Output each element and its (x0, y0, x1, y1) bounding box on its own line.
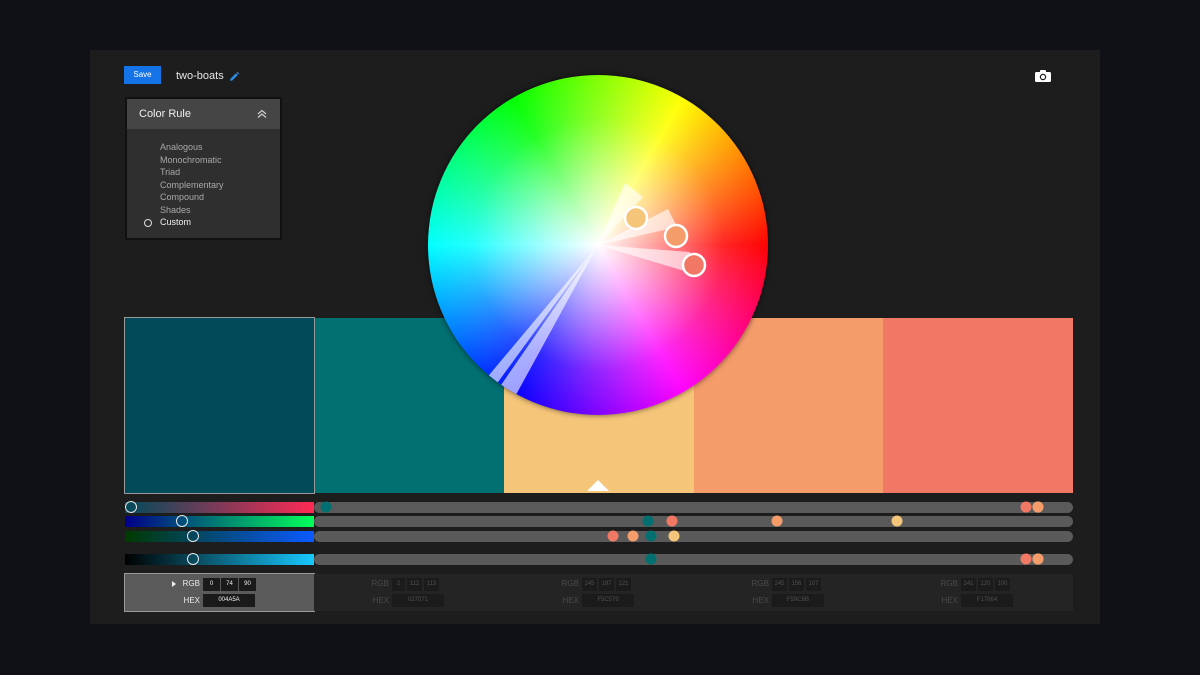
camera-icon[interactable] (1034, 69, 1052, 83)
wheel-handles (453, 183, 707, 415)
rgb-g-field[interactable]: 112 (407, 578, 422, 591)
rgb-b-field[interactable]: 90 (239, 578, 256, 591)
brightness-slider-knob[interactable] (187, 553, 200, 565)
green-value-dot-3[interactable] (891, 515, 903, 527)
red-slider-knob[interactable] (125, 501, 137, 513)
red-value-dot-2[interactable] (320, 501, 332, 513)
wheel-spoke (598, 245, 691, 273)
brightness-value-dot-4[interactable] (1032, 553, 1044, 565)
base-color-marker (587, 480, 609, 491)
rgb-label: RGB (561, 579, 579, 588)
rule-option-triad[interactable]: Triad (127, 166, 280, 179)
green-channel-track[interactable] (314, 515, 1073, 527)
wheel-handle-2[interactable] (453, 387, 479, 413)
blue-value-dot-2[interactable] (645, 530, 657, 542)
save-button[interactable]: Save (124, 66, 161, 84)
rgb-label: RGB (371, 579, 389, 588)
red-slider-track[interactable] (125, 501, 314, 513)
rgb-label: RGB (182, 579, 200, 588)
brightness-channel-track[interactable] (314, 553, 1073, 565)
rgb-label: RGB (751, 579, 769, 588)
rule-option-complementary[interactable]: Complementary (127, 179, 280, 192)
color-rule-panel: Color Rule Analogous Monochromatic Triad… (125, 97, 282, 240)
value-panel-3: RGB 245 197 121 HEX F5C579 (504, 574, 694, 611)
hex-field[interactable]: F5C579 (582, 594, 634, 607)
red-channel-track[interactable] (314, 501, 1073, 513)
hex-label: HEX (372, 596, 389, 605)
rgb-r-field[interactable]: 2 (392, 578, 405, 591)
color-swatch-1[interactable] (124, 317, 315, 494)
chevron-up-icon[interactable] (256, 108, 268, 120)
brightness-value-dot-2[interactable] (645, 553, 657, 565)
brightness-slider-track[interactable] (125, 553, 314, 565)
color-rule-header[interactable]: Color Rule (127, 99, 280, 129)
rule-option-custom[interactable]: Custom (127, 216, 280, 229)
radio-selected-icon (144, 218, 152, 227)
hex-field[interactable]: 004A5A (203, 594, 255, 607)
brightness-value-dot-5[interactable] (1020, 553, 1032, 565)
blue-slider-knob[interactable] (187, 530, 200, 542)
rule-option-shades[interactable]: Shades (127, 204, 280, 217)
rule-option-custom-label: Custom (160, 217, 192, 227)
pencil-icon[interactable] (228, 71, 240, 83)
theme-name[interactable]: two-boats (176, 70, 224, 82)
value-panel-5: RGB 241 120 100 HEX F17864 (883, 574, 1073, 611)
blue-value-dot-3[interactable] (668, 530, 680, 542)
wheel-spoke (483, 245, 598, 415)
hex-label: HEX (562, 596, 579, 605)
hex-field[interactable]: F17864 (961, 594, 1013, 607)
rgb-g-field[interactable]: 74 (221, 578, 238, 591)
hex-field[interactable]: F59C6B (772, 594, 824, 607)
blue-value-dot-4[interactable] (627, 530, 639, 542)
green-slider-track[interactable] (125, 515, 314, 527)
value-panel-4: RGB 245 156 107 HEX F59C6B (694, 574, 883, 611)
rule-option-monochromatic[interactable]: Monochromatic (127, 154, 280, 167)
color-wheel[interactable] (428, 75, 768, 415)
rgb-r-field[interactable]: 245 (772, 578, 787, 591)
value-panel-1: RGB 0 74 90 HEX 004A5A (124, 573, 315, 612)
rgb-b-field[interactable]: 107 (806, 578, 821, 591)
green-value-dot-2[interactable] (642, 515, 654, 527)
hex-field[interactable]: 027071 (392, 594, 444, 607)
blue-value-dot-5[interactable] (607, 530, 619, 542)
red-value-dot-4[interactable] (1032, 501, 1044, 513)
rule-option-analogous[interactable]: Analogous (127, 141, 280, 154)
hex-label: HEX (183, 596, 200, 605)
blue-channel-track[interactable] (314, 530, 1073, 542)
rgb-g-field[interactable]: 197 (599, 578, 614, 591)
rgb-r-field[interactable]: 0 (203, 578, 220, 591)
rgb-b-field[interactable]: 100 (995, 578, 1010, 591)
blue-slider-track[interactable] (125, 530, 314, 542)
green-slider-knob[interactable] (176, 515, 189, 527)
wheel-handle-5[interactable] (681, 252, 707, 278)
rule-option-compound[interactable]: Compound (127, 191, 280, 204)
wheel-handle-3[interactable] (623, 205, 649, 231)
green-value-dot-5[interactable] (666, 515, 678, 527)
red-value-dot-5[interactable] (1020, 501, 1032, 513)
color-wheel-app: Save two-boats Color Rule Analogous Mono… (90, 50, 1100, 624)
hex-label: HEX (752, 596, 769, 605)
rgb-b-field[interactable]: 113 (424, 578, 439, 591)
wheel-spoke (464, 245, 598, 415)
color-swatch-5[interactable] (883, 318, 1073, 493)
rgb-g-field[interactable]: 120 (978, 578, 993, 591)
rgb-g-field[interactable]: 156 (789, 578, 804, 591)
hex-label: HEX (941, 596, 958, 605)
rgb-r-field[interactable]: 245 (582, 578, 597, 591)
color-rule-title: Color Rule (139, 108, 191, 120)
rgb-label: RGB (940, 579, 958, 588)
value-panel-2: RGB 2 112 113 HEX 027071 (314, 574, 504, 611)
green-value-dot-4[interactable] (771, 515, 783, 527)
rgb-b-field[interactable]: 121 (616, 578, 631, 591)
color-rule-options: Analogous Monochromatic Triad Complement… (127, 141, 280, 229)
rgb-r-field[interactable]: 241 (961, 578, 976, 591)
wheel-handle-4[interactable] (663, 223, 689, 249)
